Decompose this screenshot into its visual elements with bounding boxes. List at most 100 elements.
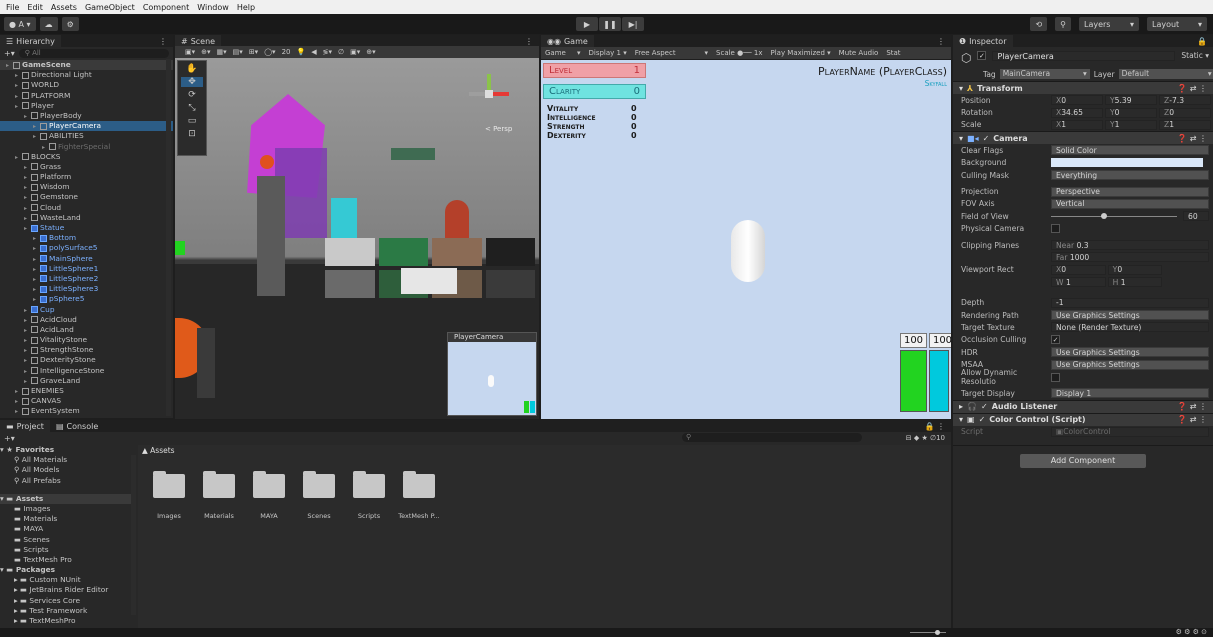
hierarchy-item[interactable]: ▸ IntelligenceStone xyxy=(0,366,173,376)
project-tree-scrollbar[interactable] xyxy=(131,455,136,615)
layout-dropdown[interactable]: Layout ▾ xyxy=(1147,17,1207,31)
add-icon[interactable]: +▾ xyxy=(4,49,15,58)
scene-orientation-gizmo[interactable] xyxy=(467,74,515,112)
hierarchy-item[interactable]: ▸ Platform xyxy=(0,172,173,182)
slider-handle[interactable] xyxy=(1101,212,1108,219)
foldout-icon[interactable]: ▸ xyxy=(15,153,22,163)
tab-hierarchy[interactable]: ☰ Hierarchy xyxy=(0,35,61,47)
collab-button[interactable]: ⚙ xyxy=(61,17,79,31)
field-y[interactable]: Y 0 xyxy=(1105,107,1157,118)
field-y[interactable]: Y 5.39 xyxy=(1105,95,1157,106)
hierarchy-item[interactable]: ▸ Bottom xyxy=(0,233,173,243)
hierarchy-item[interactable]: ▸ pSphere5 xyxy=(0,294,173,304)
project-tree-item[interactable]: ⚲ All Prefabs xyxy=(0,476,136,486)
lighting-toggle[interactable]: 💡 xyxy=(296,48,305,56)
add-component-button[interactable]: Add Component xyxy=(1020,453,1146,468)
play-maximized-toggle[interactable]: Play Maximized ▾ xyxy=(770,49,830,57)
layers-dropdown[interactable]: Layers ▾ xyxy=(1079,17,1139,31)
display-dropdown[interactable]: Display 1 ▾ xyxy=(588,49,626,57)
draw-mode-dropdown[interactable]: ▣▾ xyxy=(185,48,195,56)
checkbox[interactable] xyxy=(1051,224,1060,234)
foldout-icon[interactable]: ▸ xyxy=(15,102,22,112)
component-menu-icon[interactable]: ❓ ⇄ ⋮ xyxy=(1177,415,1207,424)
hierarchy-item[interactable]: ▸ PLATFORM xyxy=(0,91,173,101)
hierarchy-scrollbar[interactable] xyxy=(166,59,171,416)
hierarchy-item[interactable]: ▸ MainSphere xyxy=(0,254,173,264)
project-tree-item[interactable]: ▬ TextMesh Pro xyxy=(0,555,136,565)
static-toggle[interactable]: Static ▾ xyxy=(1181,51,1209,60)
cloud-button[interactable]: ☁ xyxy=(39,17,58,31)
hierarchy-item[interactable]: ▸ Cup xyxy=(0,305,173,315)
aspect-dropdown[interactable]: Free Aspect ▾ xyxy=(635,49,708,57)
history-button[interactable]: ⟲ xyxy=(1030,17,1048,31)
foldout-icon[interactable]: ▸ xyxy=(33,132,40,142)
step-button[interactable]: ▶| xyxy=(622,17,644,31)
project-tree-item[interactable]: ▸ ▬ Services Core xyxy=(0,596,136,606)
dropdown[interactable]: Use Graphics Settings xyxy=(1051,310,1209,321)
hierarchy-item[interactable]: ▸ ABILITIES xyxy=(0,131,173,141)
foldout-icon[interactable]: ▸ xyxy=(15,407,22,417)
layer-dropdown[interactable]: Default ▾ xyxy=(1118,69,1213,79)
asset-folder[interactable]: MAYA xyxy=(250,471,288,520)
panel-menu-icon[interactable]: ⋮ xyxy=(159,37,167,46)
play-button[interactable]: ▶ xyxy=(576,17,598,31)
game-viewport[interactable]: Level 1 Clarity 0 Vitality 0 Intelligence 0… xyxy=(541,60,951,419)
hierarchy-item[interactable]: ▸ VitalityStone xyxy=(0,335,173,345)
hierarchy-item[interactable]: ▸ Gemstone xyxy=(0,192,173,202)
tab-game[interactable]: ◉◉ Game xyxy=(541,35,594,47)
icon-size-slider[interactable] xyxy=(910,630,946,635)
move-tool-icon[interactable]: ✥ xyxy=(181,77,203,87)
grid-size-field[interactable]: 20 xyxy=(282,48,291,56)
handle-toggle[interactable]: ⊞▾ xyxy=(249,48,258,56)
pause-button[interactable]: ❚❚ xyxy=(599,17,621,31)
component-menu-icon[interactable]: ❓ ⇄ ⋮ xyxy=(1177,402,1207,411)
hierarchy-item[interactable]: ▸ BLOCKS xyxy=(0,152,173,162)
hierarchy-item[interactable]: ▸ polySurface5 xyxy=(0,243,173,253)
tab-project[interactable]: ▬ Project xyxy=(0,420,50,432)
foldout-icon[interactable]: ▸ xyxy=(6,61,13,71)
asset-folder[interactable]: TextMesh P... xyxy=(398,471,440,520)
hierarchy-item[interactable]: ▸ Wisdom xyxy=(0,182,173,192)
project-tree-item[interactable]: ▬ Images xyxy=(0,504,136,514)
hierarchy-item[interactable]: ▸ ENEMIES xyxy=(0,386,173,396)
dropdown[interactable]: Perspective xyxy=(1051,186,1209,197)
hierarchy-item[interactable]: ▸ AcidLand xyxy=(0,325,173,335)
hierarchy-item[interactable]: ▸ WasteLand xyxy=(0,213,173,223)
asset-folder[interactable]: Scenes xyxy=(300,471,338,520)
menu-file[interactable]: File xyxy=(6,3,19,12)
audio-toggle[interactable]: ◀ xyxy=(311,48,316,56)
checkbox[interactable]: ✓ xyxy=(1051,335,1060,345)
foldout-icon[interactable]: ▸ xyxy=(24,112,31,122)
camera-enabled-checkbox[interactable]: ✓ xyxy=(983,134,990,143)
field-z[interactable]: Z 1 xyxy=(1159,119,1211,130)
dropdown[interactable]: Vertical xyxy=(1051,198,1209,209)
field-x[interactable]: X 34.65 xyxy=(1051,107,1103,118)
assets-header[interactable]: ▾ ▬ Assets xyxy=(0,493,136,504)
project-tree-item[interactable]: ▬ MAYA xyxy=(0,524,136,534)
project-tree-item[interactable]: ▬ Scenes xyxy=(0,535,136,545)
dropdown[interactable]: Everything xyxy=(1051,170,1209,181)
menu-edit[interactable]: Edit xyxy=(27,3,43,12)
hierarchy-item[interactable]: ▸ AcidCloud xyxy=(0,315,173,325)
project-search-input[interactable]: ⚲ xyxy=(682,433,862,442)
field-h[interactable]: H 1 xyxy=(1107,277,1163,288)
scene-viewport[interactable]: ✋ ✥ ⟳ ⤡ ▭ ⊡ < Persp PlayerCamera xyxy=(175,58,539,419)
stats-toggle[interactable]: Stat xyxy=(886,49,900,57)
project-tree-item[interactable]: ⚲ All Materials xyxy=(0,455,136,465)
field[interactable]: -1 xyxy=(1051,297,1209,308)
active-checkbox[interactable]: ✓ xyxy=(977,51,987,60)
transform-tool-icon[interactable]: ⊡ xyxy=(188,129,196,139)
hierarchy-item[interactable]: ▸ FighterSpecial xyxy=(0,142,173,152)
project-tree-item[interactable]: ⚲ All Models xyxy=(0,465,136,475)
component-menu-icon[interactable]: ❓ ⇄ ⋮ xyxy=(1177,134,1207,143)
hierarchy-item[interactable]: ▸ EventSystem xyxy=(0,406,173,416)
foldout-icon[interactable]: ▸ xyxy=(33,295,40,305)
hierarchy-item[interactable]: ▸ PlayerCamera xyxy=(0,121,173,132)
dropdown[interactable]: Use Graphics Settings xyxy=(1051,359,1209,370)
object-name-field[interactable]: PlayerCamera xyxy=(992,51,1176,61)
audio-listener-header[interactable]: ▸ 🎧 ✓ Audio Listener ❓ ⇄ ⋮ xyxy=(953,399,1213,413)
menu-assets[interactable]: Assets xyxy=(51,3,77,12)
field-z[interactable]: Z 0 xyxy=(1159,107,1211,118)
hidden-toggle[interactable]: ∅ xyxy=(338,48,344,56)
gizmo-toggle[interactable]: ⊕▾ xyxy=(201,48,210,56)
